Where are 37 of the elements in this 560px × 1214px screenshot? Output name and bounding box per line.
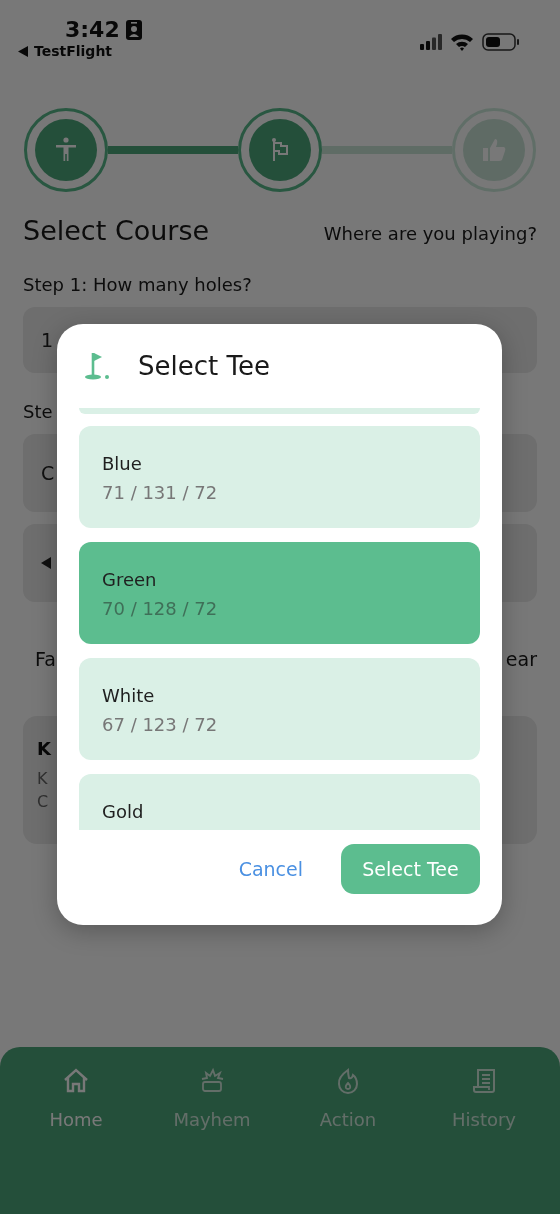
step-label: Step 1: How many holes? [23,274,252,295]
tee-name: Gold [102,800,145,824]
page-subtitle: Where are you playing? [323,223,537,244]
page-title: Select Course [23,215,210,246]
tee-option[interactable]: Blue 71 / 131 / 72 [79,426,480,528]
nav-tab[interactable]: Home [16,1067,136,1141]
tee-option[interactable]: Green 70 / 128 / 72 [79,542,480,644]
tee-option[interactable]: Gold [79,774,480,830]
golf-flag-icon [84,351,110,381]
dialog-title: Select Tee [138,351,270,381]
course-detail: K [37,768,48,790]
tee-ratings: 70 / 128 / 72 [102,597,219,621]
home-icon [62,1067,90,1095]
battery-icon [482,33,520,51]
badge-icon [125,20,142,40]
back-link[interactable]: TestFlight [34,43,113,59]
scroll-icon [470,1067,498,1095]
step-label: Ste [23,401,53,422]
tee-ratings: 71 / 131 / 72 [102,481,219,505]
tee-option[interactable]: White 67 / 123 / 72 [79,658,480,760]
course-name: K [37,738,51,759]
tab[interactable]: ear [505,648,537,670]
tee-name: Blue [102,452,143,476]
tee-ratings: 67 / 123 / 72 [102,713,219,737]
field-value: 1 [41,329,54,351]
tab[interactable]: Fa [35,648,56,670]
course-detail: C [37,791,49,813]
back-arrow-icon[interactable] [18,45,28,57]
tee-name: Green [102,568,158,592]
wifi-icon [450,33,474,51]
signal-icon [420,34,442,50]
cancel-button[interactable]: Cancel [224,850,317,888]
tee-name: White [102,684,156,708]
clock-time: 3:42 [65,17,120,43]
field-value: C [41,462,55,484]
select-tee-button[interactable]: Select Tee [341,844,480,894]
caret-icon [41,557,51,569]
